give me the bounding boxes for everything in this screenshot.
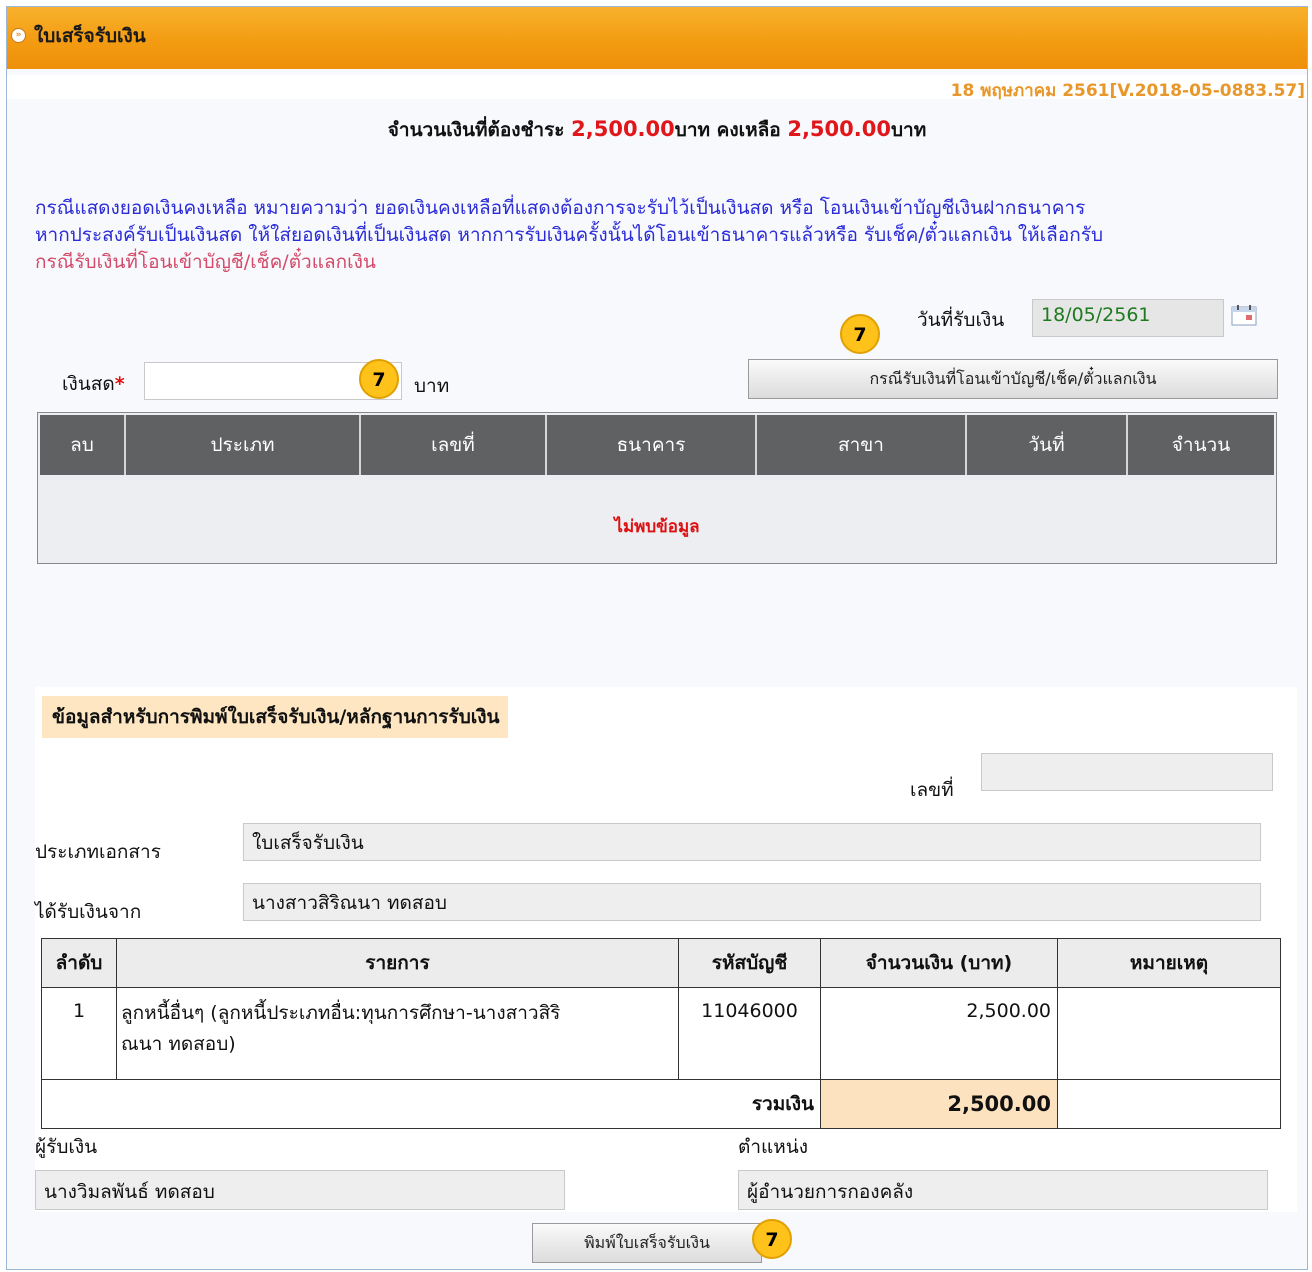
arrow-bullet-icon: »	[11, 28, 26, 43]
doc-type-field[interactable]: ใบเสร็จรับเงิน	[243, 823, 1261, 861]
col-amount: จำนวน	[1171, 434, 1231, 456]
calendar-icon[interactable]	[1231, 304, 1257, 326]
instruction-note: กรณีแสดงยอดเงินคงเหลือ หมายความว่า ยอดเง…	[35, 195, 1295, 276]
total-amount: 2,500.00	[820, 1079, 1058, 1129]
total-remark	[1057, 1079, 1281, 1129]
col-remark: หมายเหตุ	[1057, 938, 1281, 988]
col-delete: ลบ	[40, 415, 126, 475]
amount-due: 2,500.00	[571, 117, 675, 141]
note-line-1: กรณีแสดงยอดเงินคงเหลือ หมายความว่า ยอดเง…	[35, 197, 1086, 219]
summary-unit-2: บาท	[890, 119, 927, 141]
col-item: รายการ	[116, 938, 679, 988]
step-badge-print: 7	[752, 1219, 792, 1259]
received-from-label: ได้รับเงินจาก	[35, 901, 142, 923]
amount-summary: จำนวนเงินที่ต้องชำระ 2,500.00บาท คงเหลือ…	[7, 115, 1307, 145]
cash-unit: บาท	[414, 375, 450, 397]
col-seq: ลำดับ	[41, 938, 117, 988]
payment-table-header: ลบ ประเภท เลขที่ ธนาคาร สาขา วันที่ จำนว…	[40, 415, 1274, 475]
receive-date-label: วันที่รับเงิน	[917, 309, 1005, 331]
summary-unit: บาท คงเหลือ	[674, 119, 781, 141]
amount-remaining: 2,500.00	[787, 117, 891, 141]
total-label: รวมเงิน	[41, 1079, 821, 1129]
table-row: 1 ลูกหนี้อื่นๆ (ลูกหนี้ประเภทอื่น:ทุนการ…	[41, 987, 1281, 1080]
receipt-window: » ใบเสร็จรับเงิน 18 พฤษภาคม 2561[V.2018-…	[6, 6, 1308, 1270]
note-line-2: หากประสงค์รับเป็นเงินสด ให้ใส่ยอดเงินที่…	[35, 224, 1103, 246]
transfer-button[interactable]: กรณีรับเงินที่โอนเข้าบัญชี/เช็ค/ตั๋วแลกเ…	[748, 359, 1278, 399]
payment-table: ลบ ประเภท เลขที่ ธนาคาร สาขา วันที่ จำนว…	[37, 412, 1277, 564]
total-row: รวมเงิน 2,500.00	[41, 1079, 1281, 1129]
row-item: ลูกหนี้อื่นๆ (ลูกหนี้ประเภทอื่น:ทุนการศึ…	[116, 987, 679, 1080]
receipt-number-field[interactable]	[981, 753, 1273, 791]
cash-label: เงินสด*	[62, 373, 125, 395]
no-data-message: ไม่พบข้อมูล	[614, 517, 700, 537]
step-badge-cash: 7	[359, 359, 399, 399]
col-number: เลขที่	[361, 415, 547, 475]
items-header-row: ลำดับ รายการ รหัสบัญชี จำนวนเงิน (บาท) ห…	[41, 938, 1281, 988]
note-line-3: กรณีรับเงินที่โอนเข้าบัญชี/เช็ค/ตั๋วแลกเ…	[35, 251, 376, 273]
title-bar: » ใบเสร็จรับเงิน	[7, 7, 1307, 69]
col-amount-baht: จำนวนเงิน (บาท)	[820, 938, 1058, 988]
receipt-number-label: เลขที่	[910, 779, 954, 801]
receive-date-field[interactable]: 18/05/2561	[1032, 299, 1224, 337]
step-badge-transfer: 7	[840, 314, 880, 354]
receiver-field[interactable]: นางวิมลพันธ์ ทดสอบ	[35, 1170, 565, 1210]
col-bank: ธนาคาร	[547, 415, 757, 475]
col-account-code: รหัสบัญชี	[678, 938, 821, 988]
row-account-code: 11046000	[678, 987, 821, 1080]
row-remark	[1057, 987, 1281, 1080]
receipt-items-table: ลำดับ รายการ รหัสบัญชี จำนวนเงิน (บาท) ห…	[41, 938, 1281, 1129]
doc-type-label: ประเภทเอกสาร	[35, 841, 161, 863]
page-title: ใบเสร็จรับเงิน	[34, 25, 146, 47]
row-amount: 2,500.00	[820, 987, 1058, 1080]
print-info-section: ข้อมูลสำหรับการพิมพ์ใบเสร็จรับเงิน/หลักฐ…	[35, 687, 1297, 1212]
version-label: 18 พฤษภาคม 2561[V.2018-05-0883.57]	[950, 81, 1305, 101]
received-from-field[interactable]: นางสาวสิริณนา ทดสอบ	[243, 883, 1261, 921]
col-date: วันที่	[967, 415, 1128, 475]
col-type: ประเภท	[126, 415, 361, 475]
print-section-title: ข้อมูลสำหรับการพิมพ์ใบเสร็จรับเงิน/หลักฐ…	[42, 696, 508, 738]
summary-prefix: จำนวนเงินที่ต้องชำระ	[387, 119, 565, 141]
position-label: ตำแหน่ง	[738, 1136, 809, 1158]
col-branch: สาขา	[757, 415, 967, 475]
print-receipt-button[interactable]: พิมพ์ใบเสร็จรับเงิน	[532, 1223, 762, 1263]
receiver-label: ผู้รับเงิน	[35, 1136, 98, 1158]
position-field[interactable]: ผู้อำนวยการกองคลัง	[738, 1170, 1268, 1210]
row-seq: 1	[41, 987, 117, 1080]
